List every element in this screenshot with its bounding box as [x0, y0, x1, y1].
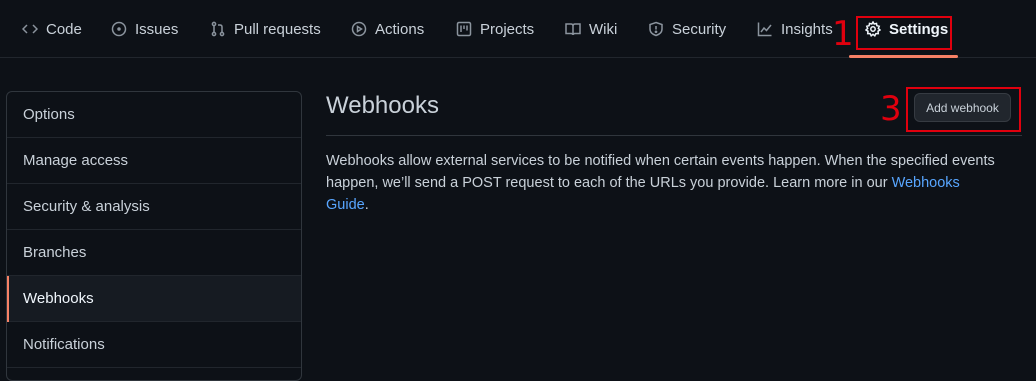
webhooks-description: Webhooks allow external services to be n…	[326, 150, 1006, 216]
tab-wiki[interactable]: Wiki	[565, 0, 617, 58]
project-icon	[456, 21, 472, 37]
tab-projects[interactable]: Projects	[456, 0, 534, 58]
pull-request-icon	[211, 21, 225, 37]
book-icon	[565, 23, 581, 36]
tab-issues[interactable]: Issues	[111, 0, 178, 58]
graph-icon	[757, 22, 772, 37]
annotation-number-3: 3	[880, 89, 902, 129]
sidebar-item-label: Manage access	[23, 152, 129, 169]
issue-icon	[111, 21, 127, 37]
tab-insights-label: Insights	[781, 20, 833, 38]
code-icon	[22, 24, 38, 34]
tab-code[interactable]: Code	[22, 0, 82, 58]
sidebar-item-label: Webhooks	[23, 290, 94, 307]
sidebar-item-notifications[interactable]: Notifications	[7, 322, 301, 368]
tab-actions-label: Actions	[375, 20, 425, 38]
sidebar-item-branches[interactable]: Branches	[7, 230, 301, 276]
tab-actions[interactable]: Actions	[351, 0, 424, 58]
settings-sidebar: Options Manage access Security & analysi…	[6, 91, 302, 381]
tab-security-label: Security	[672, 20, 727, 38]
sidebar-item-label: Options	[23, 106, 75, 123]
sidebar-item-label: Notifications	[23, 336, 105, 353]
shield-icon	[649, 21, 663, 37]
tab-pull-requests-label: Pull requests	[234, 20, 321, 38]
tab-wiki-label: Wiki	[589, 20, 618, 38]
settings-highlight-box	[856, 16, 952, 50]
description-end: .	[364, 197, 369, 213]
sidebar-item-label: Branches	[23, 244, 87, 261]
tab-insights[interactable]: Insights	[757, 0, 833, 58]
sidebar-item-webhooks[interactable]: Webhooks	[7, 276, 301, 322]
annotation-number-1: 1	[832, 14, 854, 54]
active-tab-underline	[849, 55, 958, 58]
tab-security[interactable]: Security	[648, 0, 726, 58]
sidebar-item-label: Security & analysis	[23, 198, 150, 215]
sidebar-item-options[interactable]: Options	[7, 92, 301, 138]
tab-pull-requests[interactable]: Pull requests	[210, 0, 321, 58]
tab-projects-label: Projects	[480, 20, 535, 38]
add-webhook-button[interactable]: Add webhook	[914, 93, 1011, 122]
sidebar-item-security-analysis[interactable]: Security & analysis	[7, 184, 301, 230]
tab-issues-label: Issues	[135, 20, 179, 38]
sidebar-item-manage-access[interactable]: Manage access	[7, 138, 301, 184]
tab-code-label: Code	[46, 20, 82, 38]
title-divider	[326, 135, 1022, 136]
play-icon	[351, 21, 367, 37]
page-title: Webhooks	[326, 92, 439, 119]
